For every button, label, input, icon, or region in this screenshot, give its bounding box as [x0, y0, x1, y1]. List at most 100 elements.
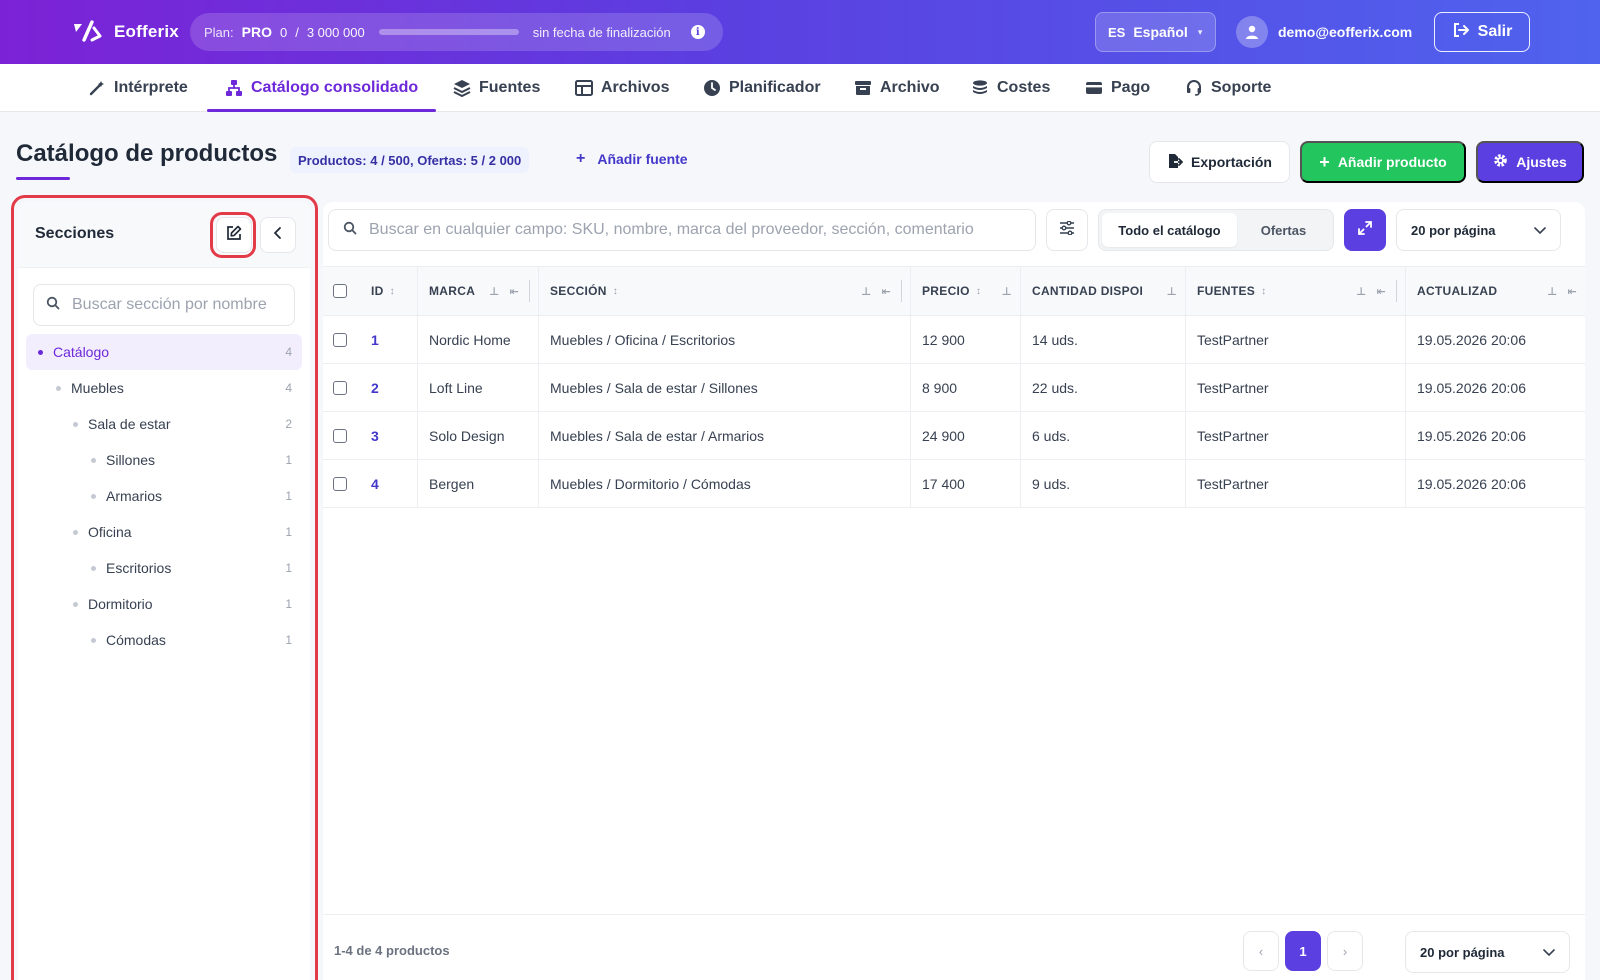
tree-item-label: Sala de estar — [88, 416, 171, 432]
section-search[interactable] — [33, 284, 295, 326]
nav-item-catalogo[interactable]: Catálogo consolidado — [206, 64, 437, 112]
per-page-select[interactable]: 20 por página — [1396, 209, 1561, 251]
nav-label: Soporte — [1211, 79, 1272, 96]
column-header-quantity[interactable]: CANTIDAD DISPOI ⊥ — [1020, 267, 1185, 315]
table-row[interactable]: 1 Nordic Home Muebles / Oficina / Escritor… — [323, 316, 1585, 364]
cell-id: 1 — [361, 316, 417, 363]
add-product-button[interactable]: + Añadir producto — [1300, 141, 1466, 183]
pin-icon[interactable]: ⊥ — [1356, 285, 1366, 298]
segment-all-catalog[interactable]: Todo el catálogo — [1102, 213, 1237, 247]
sort-icon[interactable]: ↕ — [390, 286, 395, 297]
column-header-brand[interactable]: MARCA ⊥ ⇤ — [417, 267, 538, 315]
pin-icon[interactable]: ⊥ — [861, 285, 871, 298]
row-checkbox[interactable] — [333, 476, 347, 491]
info-icon[interactable]: i — [690, 25, 705, 39]
cell-section: Muebles / Oficina / Escritorios — [538, 316, 910, 363]
bullet-icon — [91, 457, 96, 463]
column-header-sources[interactable]: FUENTES ↕ ⊥ ⇤ — [1185, 267, 1405, 315]
sort-icon[interactable]: ↕ — [1261, 286, 1266, 297]
table-row[interactable]: 4 Bergen Muebles / Dormitorio / Cómodas 17 … — [323, 460, 1585, 508]
segment-offers[interactable]: Ofertas — [1237, 213, 1330, 247]
archive-icon — [854, 79, 872, 97]
per-page-value: 20 por página — [1411, 222, 1496, 238]
product-id-link[interactable]: 3 — [371, 428, 379, 444]
nav-label: Fuentes — [479, 79, 541, 96]
chevron-left-icon — [272, 226, 284, 245]
collapse-column-icon[interactable]: ⇤ — [881, 285, 891, 298]
pin-icon[interactable]: ⊥ — [1002, 285, 1012, 298]
user-menu[interactable]: demo@eofferix.com — [1236, 16, 1412, 48]
table-row[interactable]: 2 Loft Line Muebles / Sala de estar / Sill… — [323, 364, 1585, 412]
column-header-updated[interactable]: ACTUALIZAD ⊥ ⇤ — [1405, 267, 1585, 315]
pin-icon[interactable]: ⊥ — [1547, 285, 1557, 298]
row-select-cell — [333, 460, 353, 507]
cell-price: 12 900 — [910, 316, 1020, 363]
cell-qty: 9 uds. — [1020, 460, 1185, 507]
pin-icon[interactable]: ⊥ — [489, 285, 499, 298]
export-label: Exportación — [1191, 154, 1272, 170]
collapse-column-icon[interactable]: ⇤ — [1376, 285, 1386, 298]
select-all-checkbox[interactable] — [333, 284, 347, 298]
pin-icon[interactable]: ⊥ — [1167, 285, 1177, 298]
collapse-column-icon[interactable]: ⇤ — [509, 285, 519, 298]
product-id-link[interactable]: 1 — [371, 332, 379, 348]
cell-updated: 19.05.2026 20:06 — [1405, 460, 1585, 507]
table-row[interactable]: 3 Solo Design Muebles / Sala de estar / Ar… — [323, 412, 1585, 460]
catalog-search-input[interactable] — [369, 221, 1019, 239]
nav-label: Archivo — [880, 79, 940, 96]
nav-item-archivos[interactable]: Archivos — [575, 64, 669, 112]
settings-button[interactable]: Ajustes — [1476, 141, 1584, 183]
tree-item[interactable]: Armarios 1 — [26, 478, 302, 514]
nav-item-costes[interactable]: Costes — [971, 64, 1050, 112]
table-header: ID ↕ MARCA ⊥ ⇤ SECCIÓN ↕ ⊥ ⇤ PRECIO ↕ ⊥ CANTIDAD… — [323, 266, 1585, 316]
next-page-button[interactable]: › — [1327, 931, 1363, 971]
catalog-search[interactable] — [328, 209, 1036, 251]
nav-item-soporte[interactable]: Soporte — [1185, 64, 1271, 112]
column-header-section[interactable]: SECCIÓN ↕ ⊥ ⇤ — [538, 267, 910, 315]
nav-item-pago[interactable]: Pago — [1085, 64, 1150, 112]
logout-button[interactable]: Salir — [1434, 12, 1530, 52]
collapse-column-icon[interactable]: ⇤ — [1567, 285, 1577, 298]
prev-page-button[interactable]: ‹ — [1243, 931, 1279, 971]
plus-icon: + — [576, 150, 586, 167]
nav-item-fuentes[interactable]: Fuentes — [453, 64, 540, 112]
language-selector[interactable]: ES Español ▾ — [1095, 12, 1216, 52]
row-checkbox[interactable] — [333, 332, 347, 347]
product-id-link[interactable]: 2 — [371, 380, 379, 396]
tree-item[interactable]: Sala de estar 2 — [26, 406, 302, 442]
nav-item-interprete[interactable]: Intérprete — [88, 64, 188, 112]
card-icon — [1085, 79, 1103, 97]
settings-label: Ajustes — [1516, 154, 1567, 170]
tree-item-label: Muebles — [71, 380, 124, 396]
app-logo[interactable]: Eofferix — [70, 18, 179, 46]
tree-item[interactable]: Cómodas 1 — [26, 622, 302, 658]
tree-item[interactable]: Oficina 1 — [26, 514, 302, 550]
row-select-cell — [333, 412, 353, 459]
footer-per-page-select[interactable]: 20 por página — [1405, 931, 1570, 973]
tree-item[interactable]: Catálogo 4 — [26, 334, 302, 370]
product-id-link[interactable]: 4 — [371, 476, 379, 492]
per-page-value: 20 por página — [1420, 944, 1505, 960]
expand-button[interactable] — [1344, 209, 1386, 251]
sort-icon[interactable]: ↕ — [613, 286, 618, 297]
tree-item[interactable]: Dormitorio 1 — [26, 586, 302, 622]
row-checkbox[interactable] — [333, 380, 347, 395]
tree-item-label: Catálogo — [53, 344, 110, 360]
filter-button[interactable] — [1046, 209, 1088, 251]
export-button[interactable]: Exportación — [1149, 141, 1290, 183]
column-header-price[interactable]: PRECIO ↕ ⊥ — [910, 267, 1020, 315]
column-header-id[interactable]: ID ↕ — [361, 267, 417, 315]
tree-item[interactable]: Muebles 4 — [26, 370, 302, 406]
nav-item-archivo[interactable]: Archivo — [854, 64, 940, 112]
row-checkbox[interactable] — [333, 428, 347, 443]
section-search-input[interactable] — [72, 296, 282, 314]
nav-item-planificador[interactable]: Planificador — [703, 64, 821, 112]
sort-icon[interactable]: ↕ — [976, 286, 981, 297]
collapse-sidebar-button[interactable] — [260, 217, 296, 253]
tree-item[interactable]: Sillones 1 — [26, 442, 302, 478]
result-count: 1-4 de 4 productos — [334, 943, 450, 958]
tree-item[interactable]: Escritorios 1 — [26, 550, 302, 586]
edit-sections-button[interactable] — [216, 217, 252, 253]
add-source-link[interactable]: + Añadir fuente — [576, 150, 688, 168]
page-1-button[interactable]: 1 — [1285, 931, 1321, 971]
